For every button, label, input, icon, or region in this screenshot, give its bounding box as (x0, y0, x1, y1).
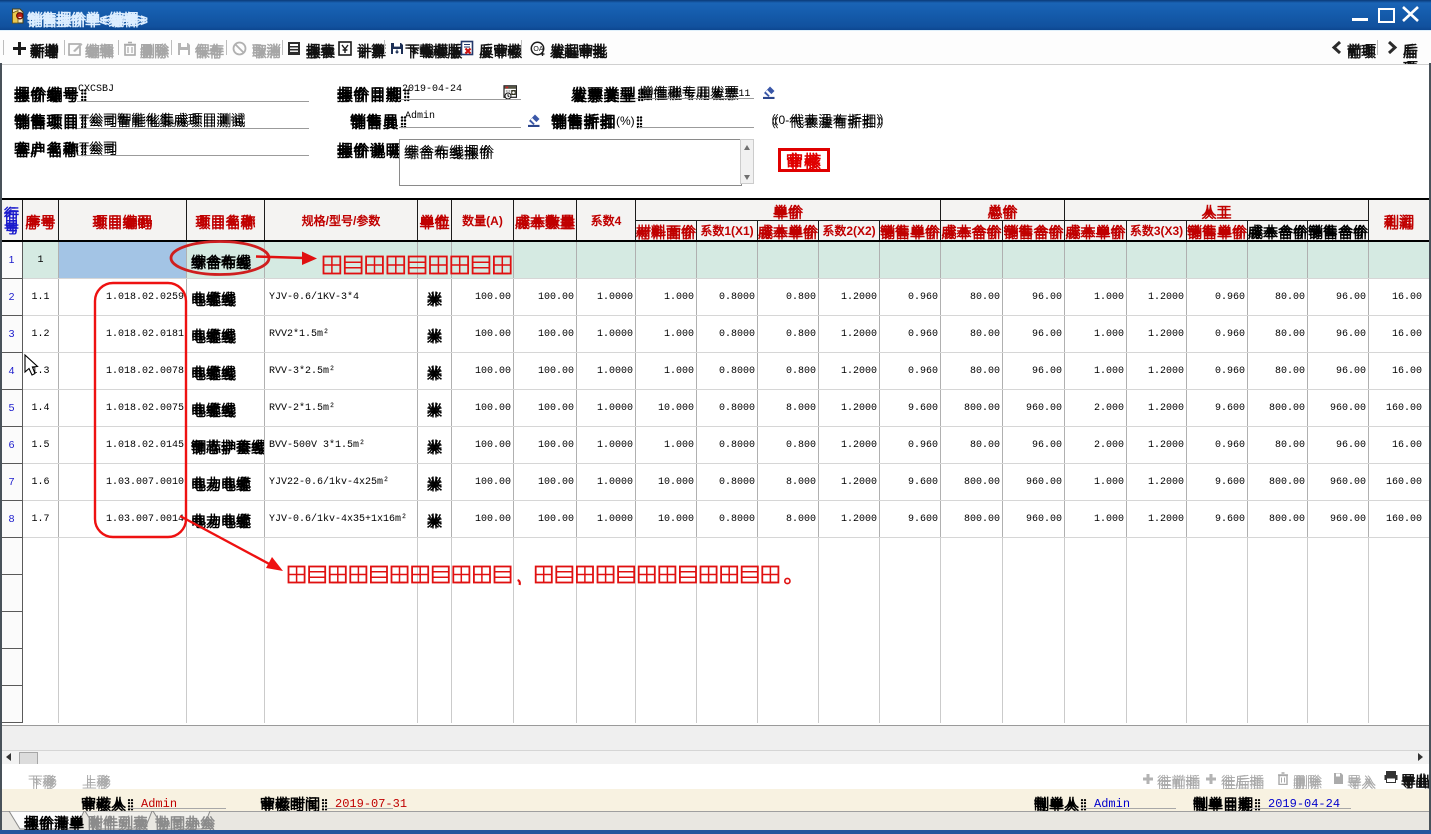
svg-text:OA: OA (533, 46, 543, 53)
